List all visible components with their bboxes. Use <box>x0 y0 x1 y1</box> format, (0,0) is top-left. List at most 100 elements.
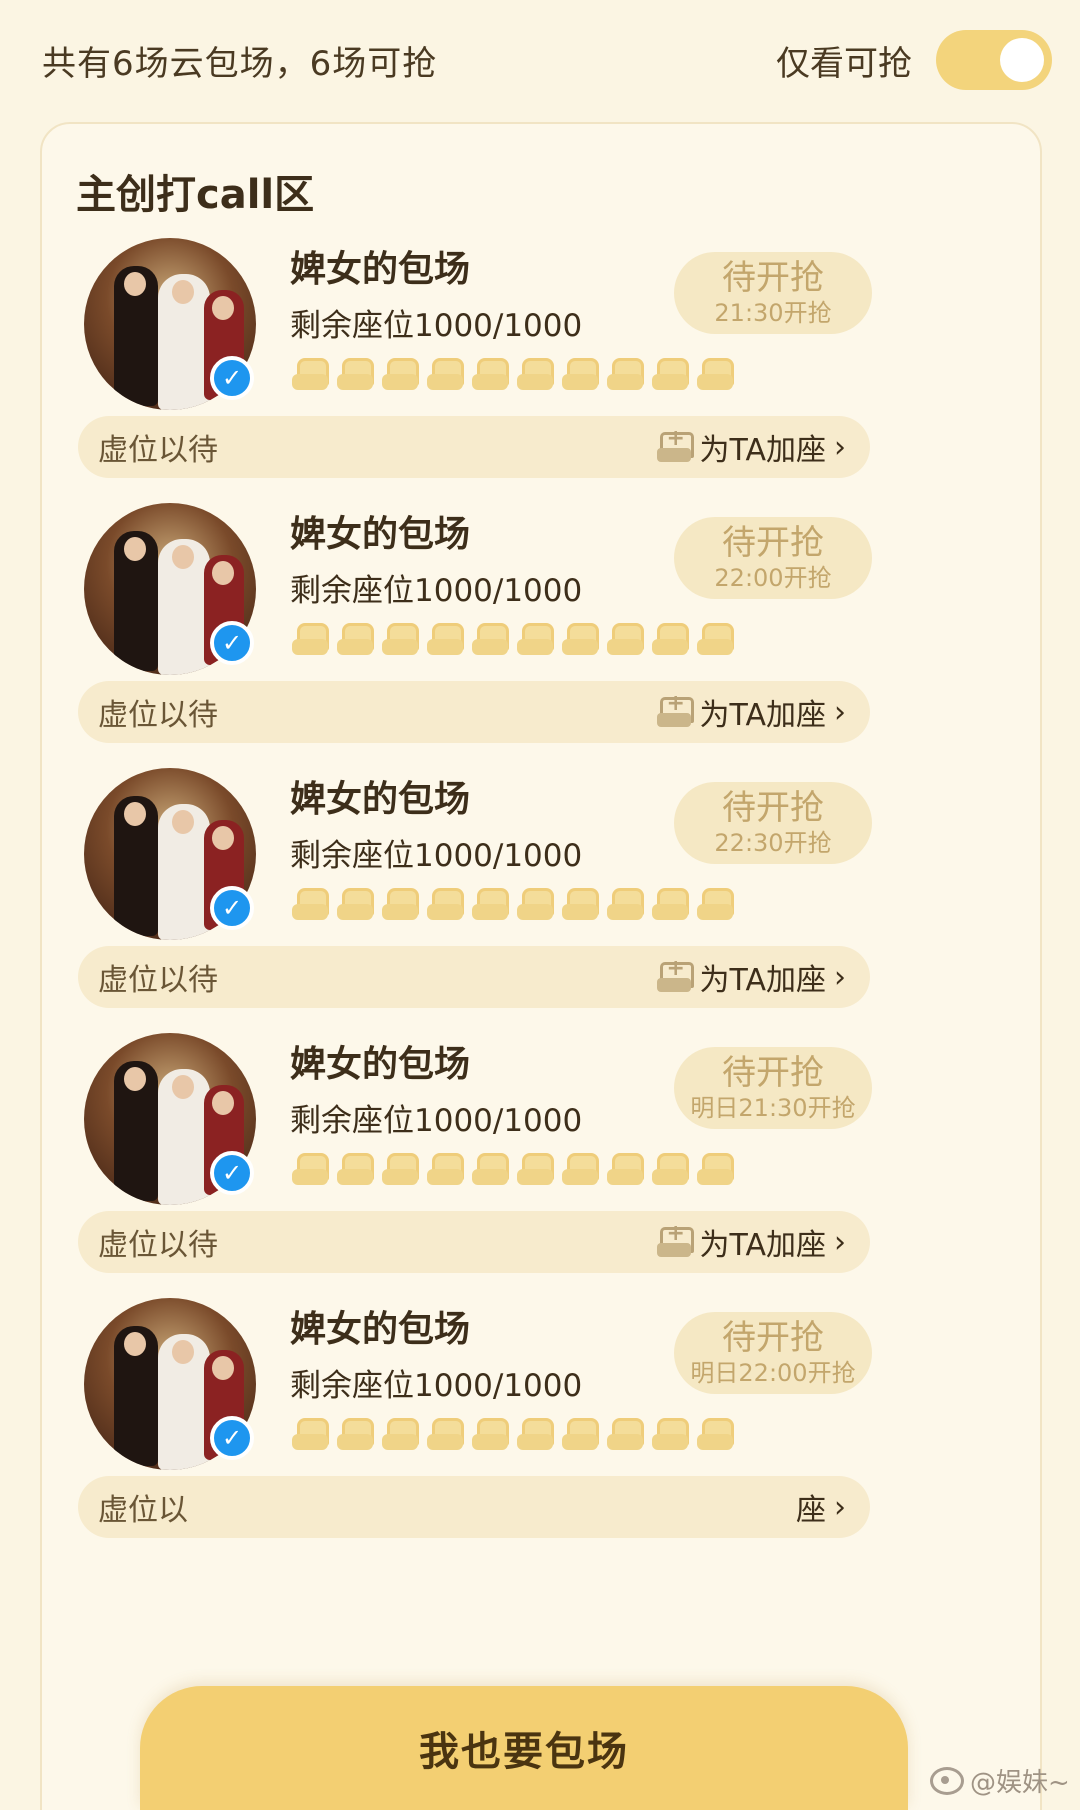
add-seat-label: 为TA加座 <box>699 1228 826 1263</box>
seat-icon <box>382 358 419 390</box>
seat-icon <box>382 1418 419 1450</box>
add-seat-button[interactable]: 座 › <box>796 1485 846 1529</box>
seat-icon <box>607 1418 644 1450</box>
entry-title: 婢女的包场 <box>290 779 471 820</box>
seat-bar: 虚位以待 为TA加座 › <box>78 1211 870 1273</box>
grab-time: 22:30开抢 <box>714 829 832 857</box>
seat-icon <box>562 623 599 655</box>
seat-icon <box>607 623 644 655</box>
add-seat-label: 为TA加座 <box>699 433 826 468</box>
verified-icon: ✓ <box>210 1416 254 1460</box>
grab-button[interactable]: 待开抢 22:30开抢 <box>674 782 872 864</box>
seat-icon <box>697 888 734 920</box>
seat-bar: 虚位以待 为TA加座 › <box>78 681 870 743</box>
seat-icon <box>382 623 419 655</box>
seat-icon <box>652 358 689 390</box>
remaining-seats: 剩余座位1000/1000 <box>290 573 583 609</box>
add-seat-button[interactable]: 为TA加座 › <box>657 425 846 469</box>
entry-title: 婢女的包场 <box>290 249 471 290</box>
seat-icon <box>382 1153 419 1185</box>
seat-row <box>292 358 734 390</box>
seat-icon <box>517 358 554 390</box>
weibo-watermark: @娱妹~ <box>930 1762 1070 1799</box>
seat-icon <box>337 1153 374 1185</box>
seat-row <box>292 888 734 920</box>
seat-bar: 虚位以待 为TA加座 › <box>78 416 870 478</box>
vacancy-label: 虚位以待 <box>98 1228 218 1263</box>
list-item[interactable]: ✓ 婢女的包场 剩余座位1000/1000 待开抢 22:00开抢 虚位以待 为… <box>42 485 1044 775</box>
grab-status: 待开抢 <box>722 258 824 298</box>
entry-title: 婢女的包场 <box>290 514 471 555</box>
seat-icon <box>427 358 464 390</box>
create-screening-label: 我也要包场 <box>419 1729 629 1775</box>
seat-icon <box>427 623 464 655</box>
grab-time: 22:00开抢 <box>714 564 832 592</box>
seat-icon <box>517 623 554 655</box>
seat-icon <box>697 1153 734 1185</box>
seat-icon <box>292 623 329 655</box>
vacancy-label: 虚位以待 <box>98 433 218 468</box>
seat-icon <box>382 888 419 920</box>
seat-icon <box>337 888 374 920</box>
seat-icon <box>472 1153 509 1185</box>
seat-row <box>292 1153 734 1185</box>
seat-icon <box>337 623 374 655</box>
seat-icon <box>472 1418 509 1450</box>
seat-icon <box>607 1153 644 1185</box>
list-item[interactable]: ✓ 婢女的包场 剩余座位1000/1000 待开抢 明日21:30开抢 虚位以待… <box>42 1015 1044 1305</box>
vacancy-label: 虚位以 <box>98 1493 188 1528</box>
seat-icon <box>337 1418 374 1450</box>
grab-status: 待开抢 <box>722 788 824 828</box>
chevron-right-icon: › <box>834 959 846 995</box>
seat-bar: 虚位以 座 › <box>78 1476 870 1538</box>
seat-icon <box>472 623 509 655</box>
add-seat-icon <box>657 1221 695 1257</box>
grab-time: 明日22:00开抢 <box>690 1359 856 1387</box>
grab-button[interactable]: 待开抢 明日21:30开抢 <box>674 1047 872 1129</box>
seat-icon <box>517 888 554 920</box>
seat-icon <box>517 1153 554 1185</box>
seat-icon <box>562 888 599 920</box>
seat-icon <box>652 1153 689 1185</box>
list-item[interactable]: ✓ 婢女的包场 剩余座位1000/1000 待开抢 明日22:00开抢 虚位以 … <box>42 1280 1044 1570</box>
filter-available[interactable]: 仅看可抢 <box>776 30 1052 90</box>
available-only-toggle[interactable] <box>936 30 1052 90</box>
seat-row <box>292 623 734 655</box>
remaining-seats: 剩余座位1000/1000 <box>290 1368 583 1404</box>
seat-icon <box>652 888 689 920</box>
seat-icon <box>652 1418 689 1450</box>
seat-icon <box>697 358 734 390</box>
add-seat-label: 为TA加座 <box>699 698 826 733</box>
seat-icon <box>517 1418 554 1450</box>
verified-icon: ✓ <box>210 356 254 400</box>
seat-icon <box>337 358 374 390</box>
section-title: 主创打call区 <box>76 172 315 218</box>
top-bar: 共有6场云包场，6场可抢 仅看可抢 <box>0 0 1080 120</box>
call-section-panel: 主创打call区 ✓ 婢女的包场 剩余座位1000/1000 待开抢 21:30… <box>40 122 1042 1810</box>
seat-icon <box>697 623 734 655</box>
verified-icon: ✓ <box>210 621 254 665</box>
seat-bar: 虚位以待 为TA加座 › <box>78 946 870 1008</box>
list-item[interactable]: ✓ 婢女的包场 剩余座位1000/1000 待开抢 21:30开抢 虚位以待 为… <box>42 220 1044 510</box>
grab-status: 待开抢 <box>722 1053 824 1093</box>
chevron-right-icon: › <box>834 694 846 730</box>
filter-label: 仅看可抢 <box>776 43 912 84</box>
seat-icon <box>292 1418 329 1450</box>
list-item[interactable]: ✓ 婢女的包场 剩余座位1000/1000 待开抢 22:30开抢 虚位以待 为… <box>42 750 1044 1040</box>
add-seat-button[interactable]: 为TA加座 › <box>657 690 846 734</box>
grab-button[interactable]: 待开抢 22:00开抢 <box>674 517 872 599</box>
verified-icon: ✓ <box>210 886 254 930</box>
add-seat-button[interactable]: 为TA加座 › <box>657 1220 846 1264</box>
grab-button[interactable]: 待开抢 明日22:00开抢 <box>674 1312 872 1394</box>
grab-status: 待开抢 <box>722 1318 824 1358</box>
grab-button[interactable]: 待开抢 21:30开抢 <box>674 252 872 334</box>
add-seat-button[interactable]: 为TA加座 › <box>657 955 846 999</box>
add-seat-icon <box>657 956 695 992</box>
seat-icon <box>292 358 329 390</box>
seat-icon <box>607 358 644 390</box>
create-screening-button[interactable]: 我也要包场 <box>140 1686 908 1810</box>
seat-icon <box>652 623 689 655</box>
chevron-right-icon: › <box>834 1224 846 1260</box>
seat-icon <box>292 1153 329 1185</box>
chevron-right-icon: › <box>834 1489 846 1525</box>
